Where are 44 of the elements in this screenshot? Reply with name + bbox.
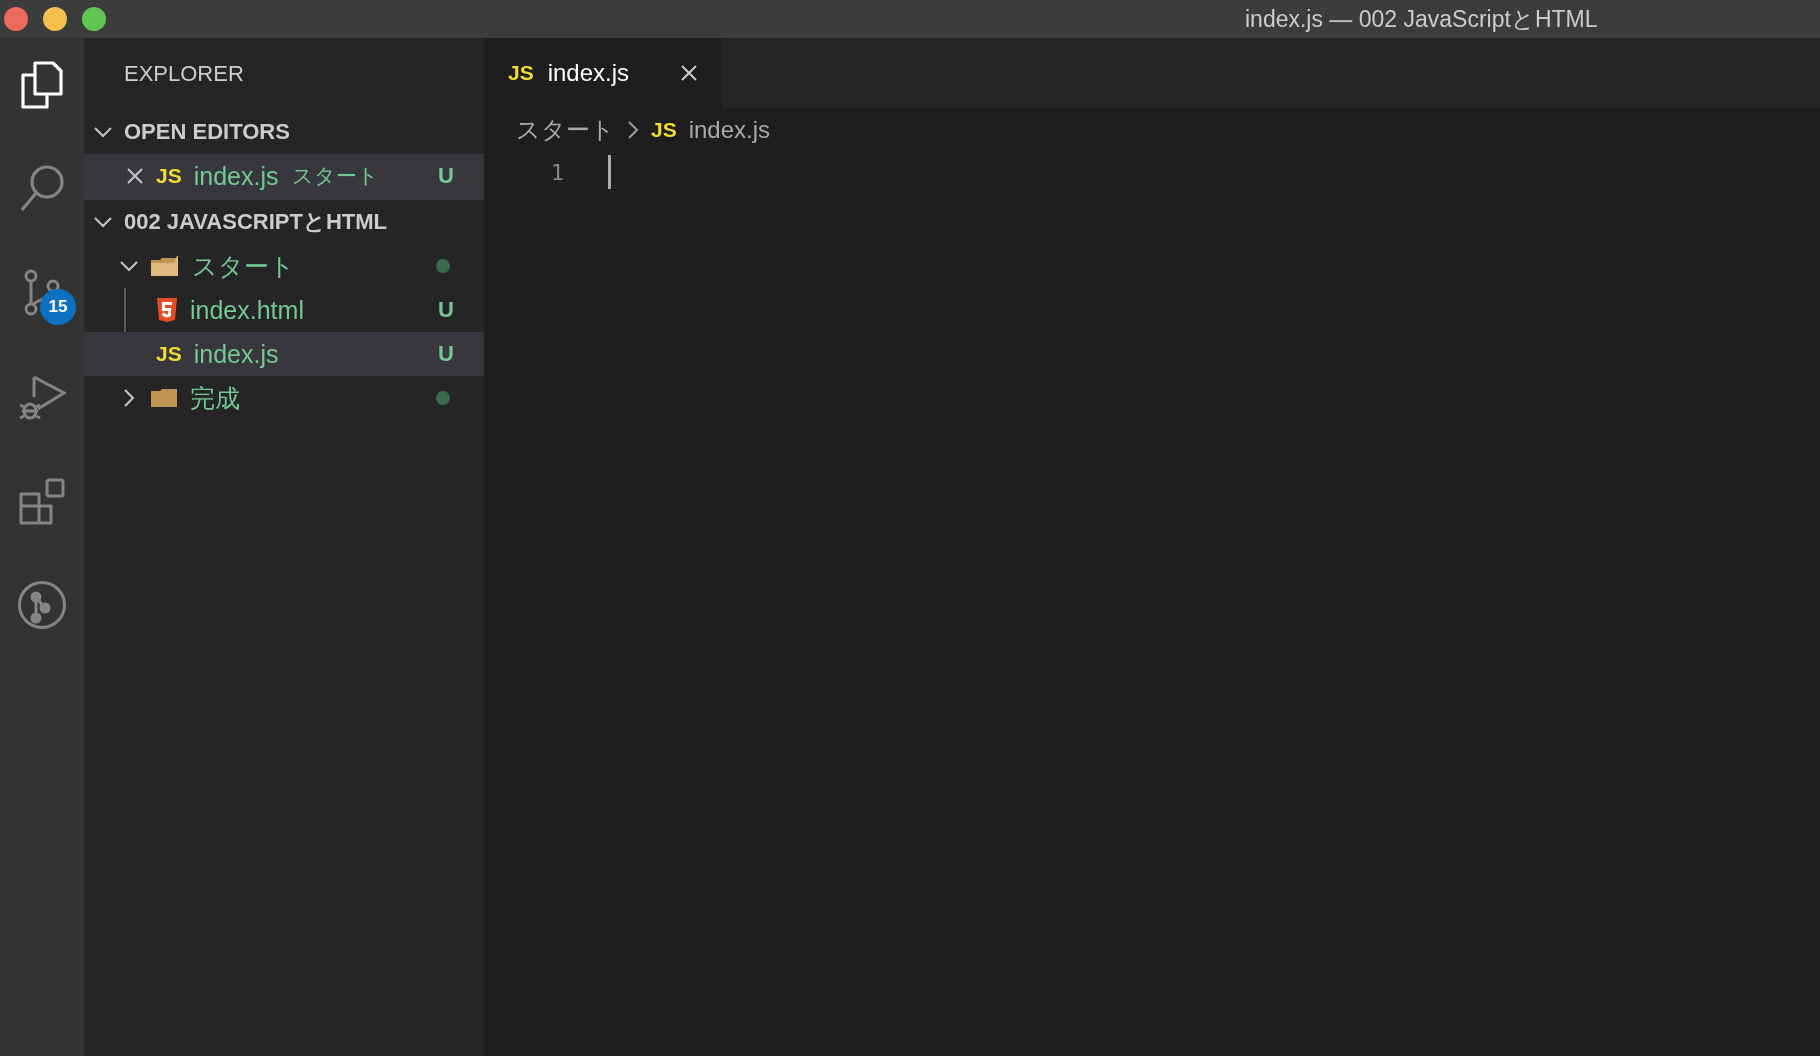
source-control-button[interactable]: 15 bbox=[6, 261, 78, 325]
untracked-status: U bbox=[438, 297, 454, 323]
files-icon bbox=[20, 61, 64, 109]
tab-label: index.js bbox=[547, 59, 630, 87]
folder-icon bbox=[150, 388, 178, 408]
run-debug-icon bbox=[18, 373, 66, 421]
close-window-button[interactable] bbox=[4, 7, 28, 31]
js-file-icon: JS bbox=[651, 118, 677, 142]
search-icon bbox=[19, 165, 65, 213]
zoom-window-button[interactable] bbox=[82, 7, 106, 31]
chevron-right-icon bbox=[627, 120, 639, 140]
untracked-status: U bbox=[438, 341, 454, 367]
section-header[interactable]: OPEN EDITORS bbox=[84, 110, 484, 154]
breadcrumb[interactable]: スタート bbox=[516, 114, 615, 146]
file-name: index.js bbox=[193, 161, 279, 191]
js-file-icon: JS bbox=[508, 61, 534, 85]
close-icon[interactable] bbox=[680, 64, 698, 82]
extensions-icon bbox=[18, 477, 66, 525]
untracked-status: U bbox=[438, 163, 454, 189]
close-icon[interactable] bbox=[126, 167, 144, 185]
js-file-icon: JS bbox=[156, 342, 182, 366]
file-name: index.html bbox=[190, 295, 304, 325]
panel-title: EXPLORER bbox=[124, 61, 244, 87]
line-number: 1 bbox=[549, 159, 564, 185]
section-title: OPEN EDITORS bbox=[124, 119, 290, 145]
open-editor-item[interactable]: JS index.js スタート U bbox=[84, 154, 484, 198]
change-count-badge: 15 bbox=[40, 289, 76, 325]
folder-name: スタート bbox=[292, 163, 380, 189]
folder-item[interactable]: 完成 bbox=[84, 376, 484, 420]
folder-name: 完成 bbox=[190, 382, 240, 414]
breadcrumb[interactable]: index.js bbox=[688, 116, 771, 144]
window-title: index.js — 002 JavaScriptとHTML bbox=[1245, 5, 1598, 34]
file-name: index.js bbox=[193, 339, 279, 369]
minimize-window-button[interactable] bbox=[43, 7, 67, 31]
git-graph-icon bbox=[17, 580, 67, 630]
open-folder-icon bbox=[150, 255, 180, 277]
file-item[interactable]: index.html U bbox=[84, 288, 484, 332]
file-item[interactable]: JS index.js U bbox=[84, 332, 484, 376]
folder-name: スタート bbox=[192, 250, 295, 282]
html5-icon bbox=[156, 297, 178, 323]
folder-item[interactable]: スタート bbox=[84, 244, 484, 288]
editor-tab[interactable]: JS index.js bbox=[484, 38, 722, 108]
js-file-icon: JS bbox=[156, 164, 182, 188]
section-title: 002 JAVASCRIPTとHTML bbox=[124, 208, 387, 236]
